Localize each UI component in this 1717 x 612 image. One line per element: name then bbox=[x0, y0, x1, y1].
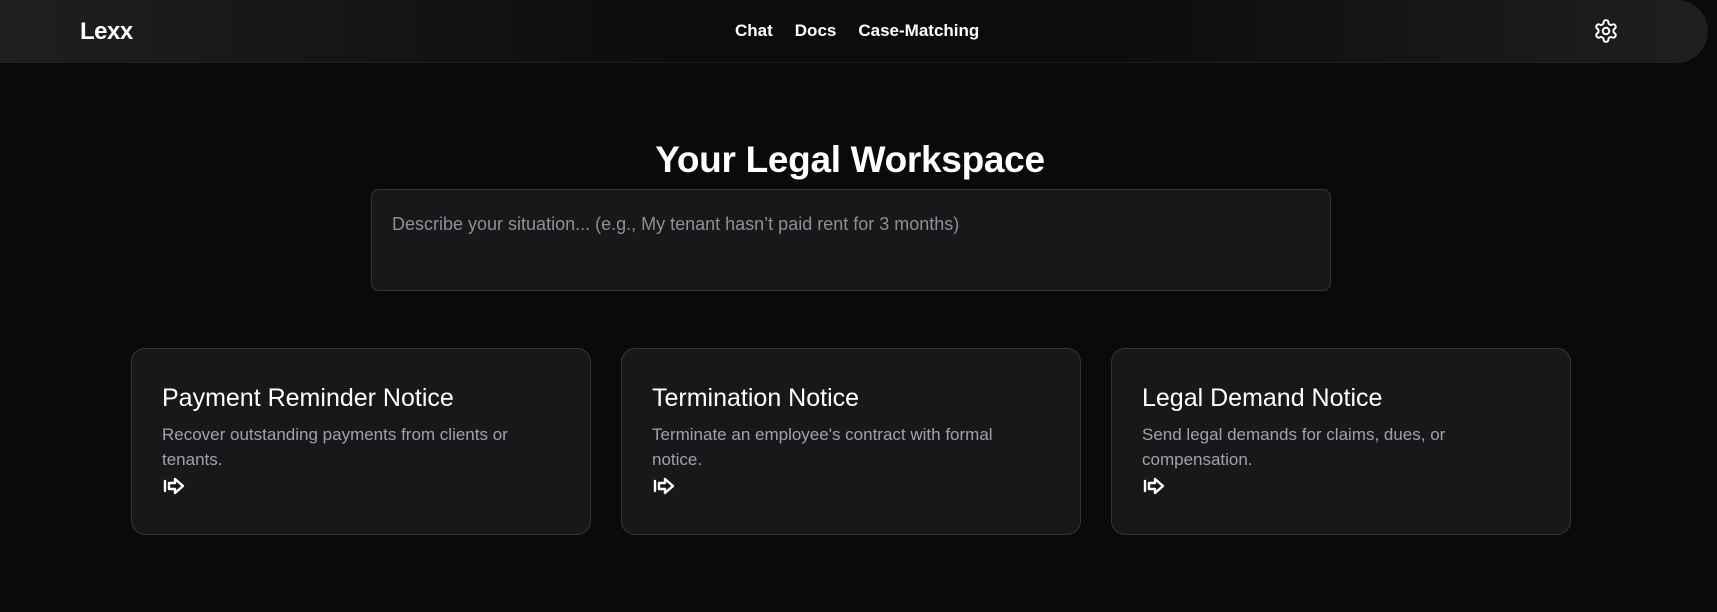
card-description: Send legal demands for claims, dues, or … bbox=[1142, 425, 1446, 469]
nav-link-case-matching[interactable]: Case-Matching bbox=[858, 21, 979, 41]
nav-link-docs[interactable]: Docs bbox=[795, 21, 837, 41]
card-description: Terminate an employee's contract with fo… bbox=[652, 425, 993, 469]
page-title: Your Legal Workspace bbox=[655, 138, 1045, 180]
nav-link-chat[interactable]: Chat bbox=[735, 21, 773, 41]
top-navbar: Lexx Chat Docs Case-Matching bbox=[0, 0, 1708, 63]
arrow-right-icon[interactable] bbox=[652, 474, 676, 498]
card-title: Termination Notice bbox=[652, 384, 860, 412]
main-nav: Chat Docs Case-Matching bbox=[735, 21, 979, 41]
card-description: Recover outstanding payments from client… bbox=[162, 425, 508, 469]
arrow-right-icon[interactable] bbox=[162, 474, 186, 498]
card-title: Payment Reminder Notice bbox=[162, 384, 454, 412]
brand-logo[interactable]: Lexx bbox=[80, 18, 133, 46]
situation-input[interactable] bbox=[371, 189, 1331, 291]
gear-icon bbox=[1595, 19, 1617, 43]
card-termination-notice[interactable]: Termination Notice Terminate an employee… bbox=[621, 348, 1081, 535]
card-legal-demand-notice[interactable]: Legal Demand Notice Send legal demands f… bbox=[1111, 348, 1571, 535]
card-payment-reminder-notice[interactable]: Payment Reminder Notice Recover outstand… bbox=[131, 348, 591, 535]
settings-button[interactable] bbox=[1593, 18, 1619, 44]
card-title: Legal Demand Notice bbox=[1142, 384, 1383, 412]
arrow-right-icon[interactable] bbox=[1142, 474, 1166, 498]
